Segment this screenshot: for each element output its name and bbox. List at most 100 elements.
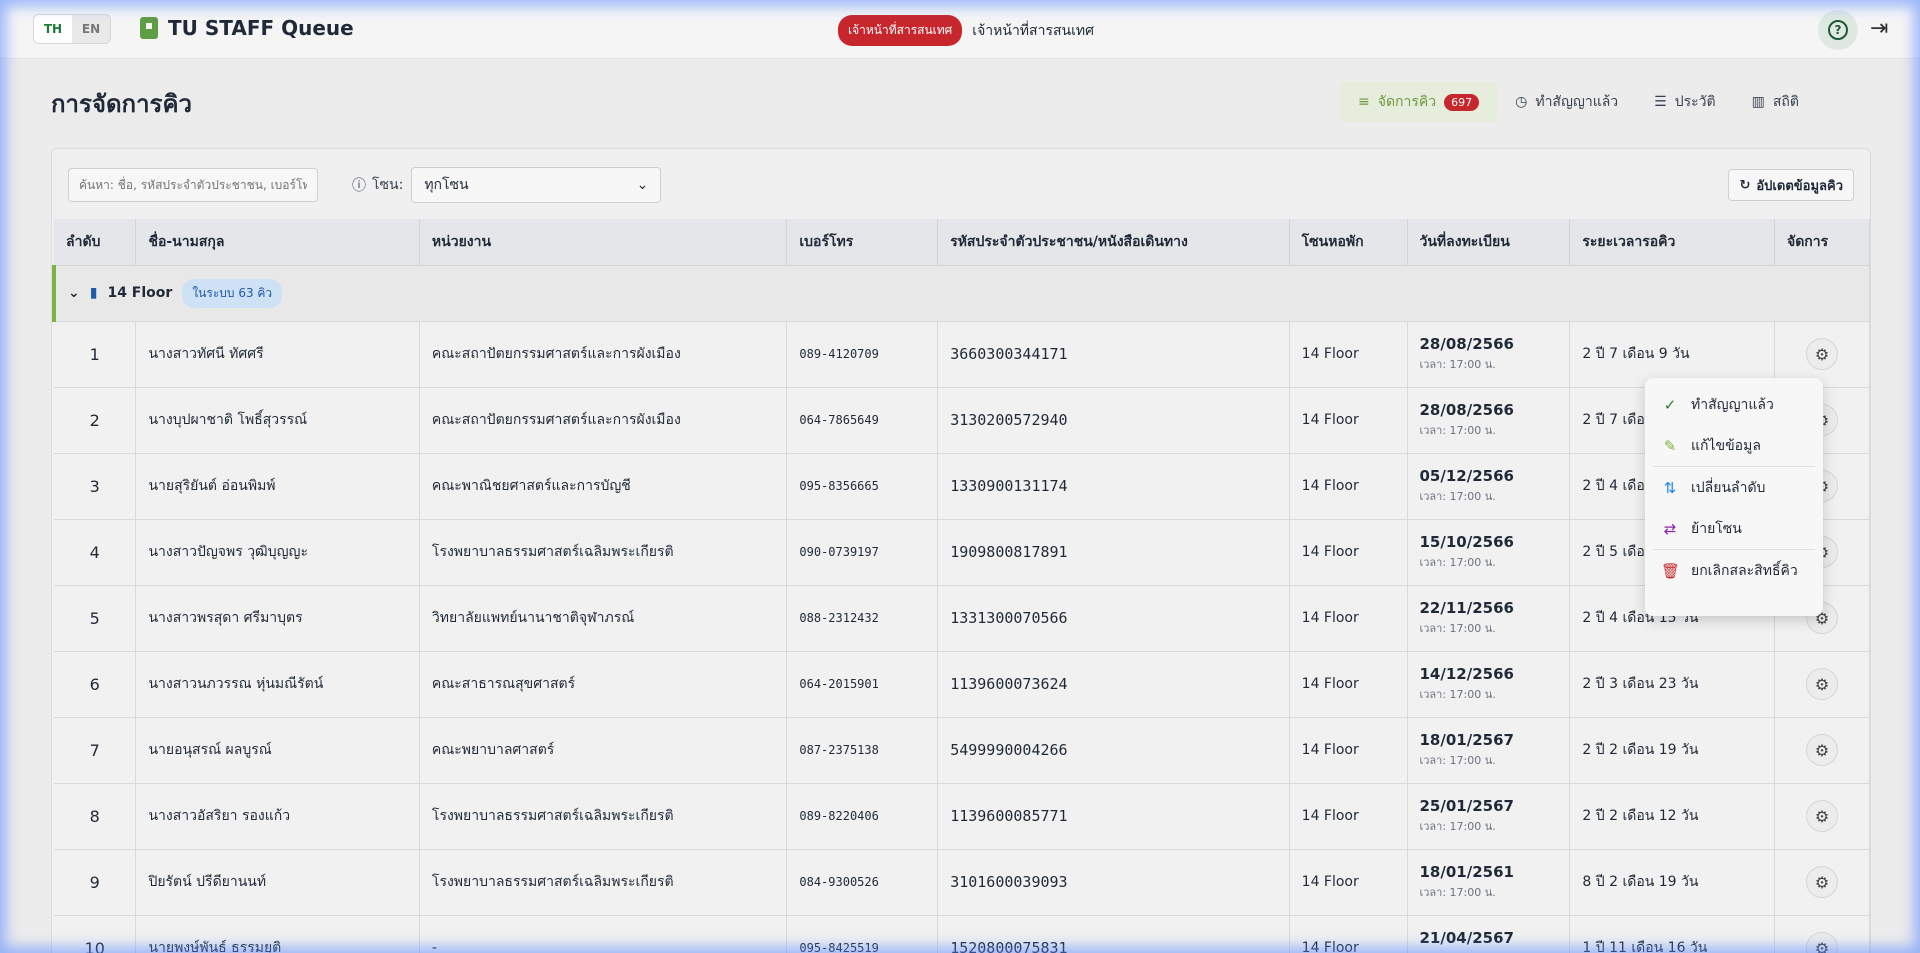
cell-phone: 087-2375138	[786, 717, 939, 784]
cell-actions: ⚙	[1774, 783, 1870, 850]
cell-id-number: 1139600073624	[937, 651, 1290, 718]
col-header[interactable]: โซนหอพัก	[1289, 219, 1408, 266]
table-row: 10 นายพงษ์พันธ์ ธรรมยุติ -095-8425519 15208…	[54, 915, 1870, 953]
menu-item-move-zone[interactable]: ⇄ ย้ายโซน	[1645, 508, 1823, 549]
register-time: เวลา: 17:00 น.	[1419, 622, 1496, 635]
gear-icon[interactable]: ⚙	[1806, 668, 1838, 700]
cell-name: นายพงษ์พันธ์ ธรรมยุติ	[135, 915, 420, 953]
cell-id-number: 1520800075831	[937, 915, 1290, 953]
table-row: 7 นายอนุสรณ์ ผลบูรณ์ คณะพยาบาลศาสตร์ 087-23…	[54, 717, 1870, 784]
cell-id-number: 3660300344171	[937, 321, 1290, 388]
zone-group-cell: ⌄ ▮ 14 Floor ในระบบ 63 คิว	[52, 265, 1870, 322]
cell-zone: 14 Floor	[1289, 519, 1408, 586]
register-time: เวลา: 17:00 น.	[1419, 556, 1496, 569]
gear-icon[interactable]: ⚙	[1806, 932, 1838, 953]
cell-zone: 14 Floor	[1289, 915, 1408, 953]
cell-register-date: 14/12/2566 เวลา: 17:00 น.	[1407, 651, 1571, 718]
register-time: เวลา: 17:00 น.	[1419, 424, 1496, 437]
cell-id-number: 3130200572940	[937, 387, 1290, 454]
menu-item-contracted[interactable]: ✓ ทำสัญญาแล้ว	[1645, 384, 1823, 425]
cell-register-date: 05/12/2566 เวลา: 17:00 น.	[1407, 453, 1571, 520]
tab-manage-queue[interactable]: ≡ จัดการคิว 697	[1340, 82, 1498, 122]
refresh-queue-button[interactable]: ↻ อัปเดตข้อมูลคิว	[1728, 169, 1854, 201]
register-date: 25/01/2567	[1419, 797, 1514, 815]
cell-wait-time: 8 ปี 2 เดือน 19 วัน	[1569, 849, 1776, 916]
col-header[interactable]: ชื่อ-นามสกุล	[135, 219, 420, 266]
cell-phone: 090-0739197	[786, 519, 939, 586]
info-icon: ⓘ	[352, 178, 366, 194]
menu-item-label: ทำสัญญาแล้ว	[1691, 396, 1774, 413]
gear-icon[interactable]: ⚙	[1806, 734, 1838, 766]
table-row: 1 นางสาวทัศนี ทัศศรี คณะสถาปัตยกรรมศาสตร์แ…	[54, 321, 1870, 388]
trash-icon: 🗑	[1661, 561, 1681, 580]
toolbar: ⓘ โซน: ทุกโซน ⌄ ↻ อัปเดตข้อมูลคิว	[68, 165, 1854, 205]
lang-th-button[interactable]: TH	[34, 15, 72, 43]
zone-group-row[interactable]: ⌄ ▮ 14 Floor ในระบบ 63 คิว	[52, 265, 1870, 322]
question-circle-icon: ?	[1828, 20, 1848, 40]
list-sort-icon: ≡	[1358, 94, 1370, 110]
queue-table: ลำดับ ชื่อ-นามสกุล หน่วยงาน เบอร์โทร รหั…	[52, 219, 1870, 953]
cell-no: 2	[54, 387, 137, 454]
logout-icon[interactable]: ⇥	[1870, 16, 1888, 41]
register-date: 28/08/2566	[1419, 401, 1514, 419]
cell-wait-time: 2 ปี 2 เดือน 19 วัน	[1569, 717, 1776, 784]
gear-icon[interactable]: ⚙	[1806, 800, 1838, 832]
cell-actions: ⚙	[1774, 849, 1870, 916]
help-button[interactable]: ?	[1818, 10, 1858, 50]
register-time: เวลา: 17:00 น.	[1420, 949, 1558, 953]
tab-history[interactable]: ☰ ประวัติ	[1636, 82, 1733, 122]
building-icon: ▮	[89, 285, 98, 301]
main-tabs: ≡ จัดการคิว 697 ◷ ทำสัญญาแล้ว ☰ ประวัติ …	[1340, 82, 1817, 122]
chevron-down-icon[interactable]: ⌄	[68, 285, 80, 301]
building-logo-icon	[140, 17, 158, 39]
col-header[interactable]: เบอร์โทร	[786, 219, 939, 266]
cell-department: คณะสาธารณสุขศาสตร์	[419, 651, 788, 718]
menu-item-cancel-queue[interactable]: 🗑 ยกเลิกสละสิทธิ์คิว	[1645, 550, 1823, 591]
cell-name: นางสาวปัญจพร วุฒิบุญญะ	[135, 519, 420, 586]
cell-name: นางสาวพรสุดา ศรีมาบุตร	[135, 585, 420, 652]
cell-phone: 095-8356665	[786, 453, 939, 520]
gear-icon[interactable]: ⚙	[1806, 338, 1838, 370]
tab-statistics[interactable]: ▥ สถิติ	[1734, 82, 1817, 122]
zone-group-name: 14 Floor	[107, 285, 173, 301]
edit-icon: ✎	[1663, 436, 1677, 455]
col-header[interactable]: หน่วยงาน	[419, 219, 788, 266]
register-time: เวลา: 17:00 น.	[1419, 820, 1496, 833]
col-header[interactable]: ลำดับ	[54, 219, 137, 266]
col-header[interactable]: จัดการ	[1774, 219, 1870, 266]
cell-no: 5	[54, 585, 137, 652]
tab-label: จัดการคิว	[1377, 94, 1437, 110]
cell-id-number: 1139600085771	[937, 783, 1290, 850]
cell-zone: 14 Floor	[1289, 717, 1408, 784]
swap-vertical-icon: ⇅	[1663, 478, 1677, 497]
cell-id-number: 1330900131174	[937, 453, 1290, 520]
menu-item-edit[interactable]: ✎ แก้ไขข้อมูล	[1645, 425, 1823, 466]
lang-en-button[interactable]: EN	[72, 15, 110, 43]
row-action-menu: ✓ ทำสัญญาแล้ว ✎ แก้ไขข้อมูล ⇅ เปลี่ยนลำด…	[1645, 378, 1823, 616]
cell-no: 3	[54, 453, 137, 520]
gear-icon[interactable]: ⚙	[1806, 866, 1838, 898]
cell-register-date: 22/11/2566 เวลา: 17:00 น.	[1407, 585, 1571, 652]
tab-contracted[interactable]: ◷ ทำสัญญาแล้ว	[1497, 82, 1636, 122]
col-header[interactable]: ระยะเวลารอคิว	[1569, 219, 1776, 266]
language-toggle: TH EN	[33, 14, 111, 44]
tab-label: ทำสัญญาแล้ว	[1535, 94, 1619, 110]
cell-department: คณะสถาปัตยกรรมศาสตร์และการผังเมือง	[419, 321, 788, 388]
table-row: 8 นางสาวอัสริยา รองแก้ว โรงพยาบาลธรรมศาสตร…	[54, 783, 1870, 850]
cell-id-number: 1909800817891	[937, 519, 1290, 586]
cell-zone: 14 Floor	[1289, 849, 1408, 916]
history-clock-icon: ◷	[1515, 94, 1528, 110]
register-date: 18/01/2561	[1419, 863, 1514, 881]
zone-select[interactable]: ทุกโซน ⌄	[411, 167, 662, 203]
page-title: การจัดการคิว	[51, 90, 192, 118]
col-header[interactable]: วันที่ลงทะเบียน	[1407, 219, 1571, 266]
zone-group-label: ⌄ ▮ 14 Floor ในระบบ 63 คิว	[68, 278, 1857, 308]
cell-actions: ⚙	[1774, 915, 1870, 953]
col-header[interactable]: รหัสประจำตัวประชาชน/หนังสือเดินทาง	[937, 219, 1290, 266]
menu-item-reorder[interactable]: ⇅ เปลี่ยนลำดับ	[1645, 467, 1823, 508]
cell-name: นางสาวอัสริยา รองแก้ว	[135, 783, 420, 850]
search-input[interactable]	[68, 168, 318, 202]
cell-name: นางสาวทัศนี ทัศศรี	[135, 321, 420, 388]
table-row: 3 นายสุริยันต์ อ่อนพิมพ์ คณะพาณิชยศาสตร์แล…	[54, 453, 1870, 520]
zone-queue-count-badge: ในระบบ 63 คิว	[182, 278, 283, 308]
